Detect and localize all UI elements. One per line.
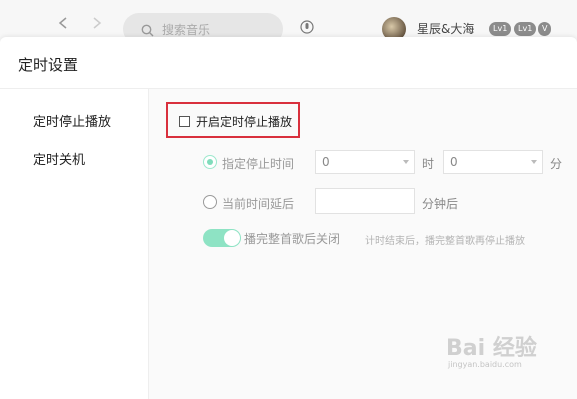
enable-timer-label[interactable]: 开启定时停止播放 — [196, 113, 292, 130]
specified-time-radio[interactable] — [203, 155, 217, 169]
enable-timer-checkbox[interactable] — [179, 116, 190, 127]
finish-song-hint: 计时结束后，播完整首歌再停止播放 — [365, 236, 525, 247]
hour-value: 0 — [322, 155, 330, 169]
back-arrow-icon[interactable] — [58, 17, 68, 29]
hour-select[interactable]: 0 — [315, 150, 415, 174]
search-placeholder: 搜索音乐 — [162, 23, 211, 37]
minute-unit: 分 — [550, 157, 563, 171]
vip-level-badge: Lv1 — [489, 22, 512, 36]
forward-arrow-icon[interactable] — [92, 17, 102, 29]
delay-time-label[interactable]: 当前时间延后 — [222, 195, 294, 212]
minute-select[interactable]: 0 — [443, 150, 543, 174]
delay-unit: 分钟后 — [422, 197, 459, 211]
music-level-badge: Lv1 — [514, 22, 537, 36]
specified-time-label[interactable]: 指定停止时间 — [222, 155, 294, 172]
baidu-watermark: Bai 经验 jingyan.baidu.com — [446, 330, 537, 369]
watermark-sub: jingyan.baidu.com — [448, 360, 522, 369]
chevron-down-icon — [403, 160, 409, 164]
user-level-badge: V — [538, 22, 552, 36]
finish-song-toggle[interactable] — [203, 229, 241, 247]
delay-minutes-input[interactable] — [315, 188, 415, 214]
enable-highlight-box: 开启定时停止播放 — [166, 102, 300, 138]
minute-value: 0 — [450, 155, 458, 169]
sidebar-item-timer-shutdown[interactable]: 定时关机 — [33, 149, 85, 168]
delay-time-radio[interactable] — [203, 195, 217, 209]
username[interactable]: 星辰&大海 — [417, 20, 474, 37]
chevron-down-icon — [531, 160, 537, 164]
finish-song-label: 播完整首歌后关闭 — [244, 232, 341, 246]
toggle-knob — [224, 230, 240, 246]
sidebar-item-timer-stop[interactable]: 定时停止播放 — [33, 111, 111, 130]
microphone-icon[interactable] — [300, 19, 314, 38]
hour-unit: 时 — [422, 157, 435, 171]
settings-sidebar: 定时停止播放 定时关机 — [0, 89, 149, 399]
watermark-main: Bai 经验 — [446, 336, 537, 361]
dialog-title: 定时设置 — [18, 56, 79, 74]
